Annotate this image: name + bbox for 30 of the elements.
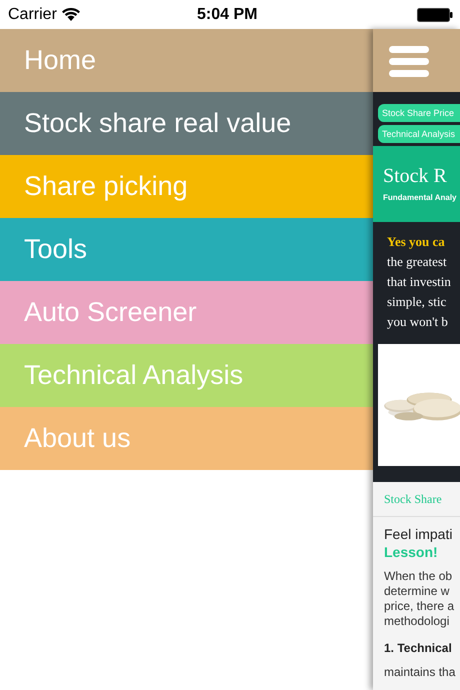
subheading: 1. Technical [384, 640, 453, 657]
battery-icon [417, 8, 453, 22]
menu-item[interactable]: Home [0, 29, 373, 92]
page-tab[interactable]: Technical Analysis [378, 125, 460, 143]
clock: 5:04 PM [197, 4, 258, 24]
menu-item[interactable]: Auto Screener [0, 281, 373, 344]
wifi-icon [62, 8, 80, 21]
intro-text: that investin [387, 273, 452, 291]
intro-highlight: Yes you ca [387, 233, 446, 251]
banner-subtitle: Fundamental Analy [383, 192, 458, 204]
menu-item[interactable]: Share picking [0, 155, 373, 218]
menu-item[interactable]: Stock share real value [0, 92, 373, 155]
menu-item[interactable]: About us [0, 407, 373, 470]
body-text: When the ob [384, 569, 454, 584]
section-title: Stock Share [384, 491, 443, 508]
menu-icon[interactable] [388, 44, 430, 78]
heading: Feel impati [384, 525, 454, 543]
body-text: determine w [384, 584, 450, 599]
menu-item[interactable]: Tools [0, 218, 373, 281]
intro-text: simple, stic [387, 293, 448, 311]
body-text: price, there a [384, 599, 456, 614]
page-tab[interactable]: Stock Share Price [378, 104, 460, 122]
body-text: maintains tha [384, 665, 456, 680]
heading-emphasis: Lesson! [384, 543, 439, 561]
intro-text: the greatest [387, 253, 448, 271]
menu-item[interactable]: Technical Analysis [0, 344, 373, 407]
body-text: methodologi [384, 614, 450, 629]
carrier-label: Carrier [8, 4, 57, 24]
banner-title: Stock R [383, 164, 448, 188]
intro-text: you won't b [387, 313, 449, 331]
